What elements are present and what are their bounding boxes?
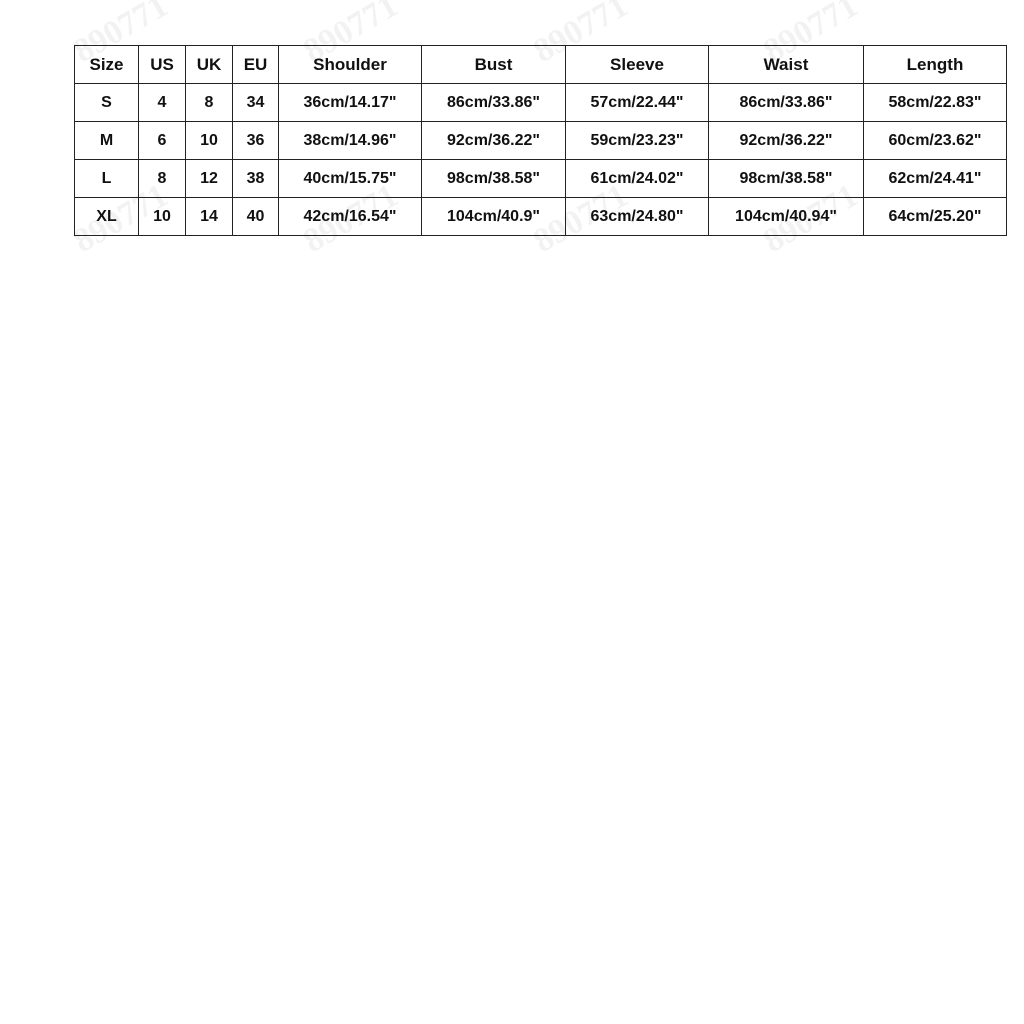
cell-sleeve: 63cm/24.80" [565,197,709,236]
cell-size: M [74,121,139,160]
header-waist: Waist [708,45,864,84]
cell-uk: 12 [185,159,233,198]
cell-eu: 40 [232,197,279,236]
cell-us: 6 [138,121,186,160]
cell-length: 64cm/25.20" [863,197,1007,236]
cell-sleeve: 57cm/22.44" [565,83,709,122]
cell-sleeve: 59cm/23.23" [565,121,709,160]
cell-size: S [74,83,139,122]
cell-shoulder: 40cm/15.75" [278,159,422,198]
cell-us: 8 [138,159,186,198]
header-us: US [138,45,186,84]
cell-eu: 36 [232,121,279,160]
header-length: Length [863,45,1007,84]
cell-shoulder: 38cm/14.96" [278,121,422,160]
cell-uk: 8 [185,83,233,122]
size-chart-table: Size US UK EU Shoulder Bust Sleeve Waist… [74,45,1007,236]
table-row: XL 10 14 40 42cm/16.54" 104cm/40.9" 63cm… [74,197,1007,236]
cell-waist: 92cm/36.22" [708,121,864,160]
cell-us: 10 [138,197,186,236]
cell-bust: 92cm/36.22" [421,121,566,160]
cell-waist: 98cm/38.58" [708,159,864,198]
cell-length: 58cm/22.83" [863,83,1007,122]
cell-uk: 10 [185,121,233,160]
cell-size: L [74,159,139,198]
cell-length: 62cm/24.41" [863,159,1007,198]
cell-sleeve: 61cm/24.02" [565,159,709,198]
cell-waist: 104cm/40.94" [708,197,864,236]
cell-shoulder: 42cm/16.54" [278,197,422,236]
cell-bust: 104cm/40.9" [421,197,566,236]
header-row: Size US UK EU Shoulder Bust Sleeve Waist… [74,45,1007,84]
cell-shoulder: 36cm/14.17" [278,83,422,122]
header-shoulder: Shoulder [278,45,422,84]
header-bust: Bust [421,45,566,84]
cell-size: XL [74,197,139,236]
cell-eu: 34 [232,83,279,122]
cell-us: 4 [138,83,186,122]
table-row: M 6 10 36 38cm/14.96" 92cm/36.22" 59cm/2… [74,121,1007,160]
cell-bust: 86cm/33.86" [421,83,566,122]
header-size: Size [74,45,139,84]
cell-uk: 14 [185,197,233,236]
header-sleeve: Sleeve [565,45,709,84]
cell-length: 60cm/23.62" [863,121,1007,160]
table-row: L 8 12 38 40cm/15.75" 98cm/38.58" 61cm/2… [74,159,1007,198]
header-uk: UK [185,45,233,84]
cell-waist: 86cm/33.86" [708,83,864,122]
cell-bust: 98cm/38.58" [421,159,566,198]
table-row: S 4 8 34 36cm/14.17" 86cm/33.86" 57cm/22… [74,83,1007,122]
header-eu: EU [232,45,279,84]
cell-eu: 38 [232,159,279,198]
